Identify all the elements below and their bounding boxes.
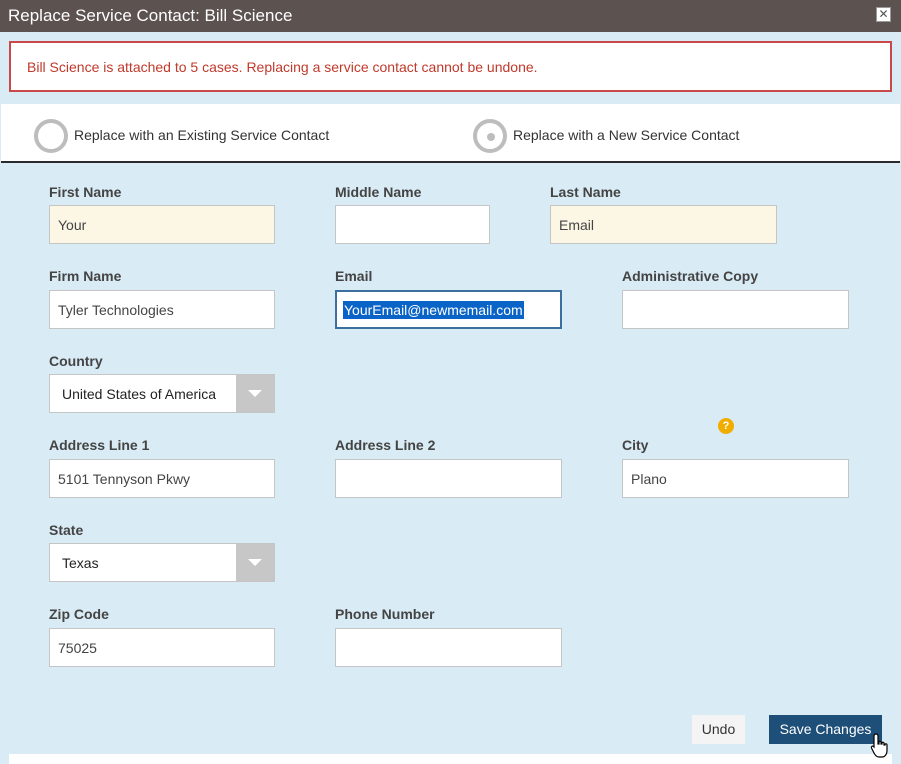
address2-label: Address Line 2: [335, 437, 436, 453]
zip-label: Zip Code: [49, 606, 109, 622]
radio-unchecked-icon: [34, 119, 68, 153]
middle-name-label: Middle Name: [335, 184, 422, 200]
city-input[interactable]: [622, 459, 849, 498]
radio-new-label: Replace with a New Service Contact: [513, 127, 740, 143]
country-select-value: United States of America: [62, 386, 217, 402]
middle-name-input[interactable]: [335, 205, 490, 244]
dialog-title-bar: Replace Service Contact: Bill Science ✕: [0, 0, 901, 32]
alert-area: Bill Science is attached to 5 cases. Rep…: [0, 32, 901, 104]
radio-checked-icon: [473, 119, 507, 153]
zip-input[interactable]: [49, 628, 275, 667]
state-select[interactable]: Texas: [49, 543, 275, 582]
radio-new-contact[interactable]: Replace with a New Service Contact: [473, 119, 773, 153]
phone-label: Phone Number: [335, 606, 435, 622]
address2-input[interactable]: [335, 459, 562, 498]
chevron-down-icon[interactable]: [236, 544, 274, 581]
help-icon[interactable]: ?: [718, 418, 734, 434]
admin-copy-input[interactable]: [622, 290, 849, 329]
chevron-down-icon[interactable]: [236, 375, 274, 412]
replace-mode-options: Replace with an Existing Service Contact…: [1, 104, 900, 163]
warning-alert: Bill Science is attached to 5 cases. Rep…: [9, 41, 892, 92]
firm-name-label: Firm Name: [49, 268, 122, 284]
admin-copy-label: Administrative Copy: [622, 268, 759, 284]
hand-cursor-icon: [870, 733, 888, 758]
phone-input[interactable]: [335, 628, 562, 667]
firm-name-input[interactable]: [49, 290, 275, 329]
country-select[interactable]: United States of America: [49, 374, 275, 413]
state-select-value: Texas: [62, 555, 99, 571]
address1-input[interactable]: [49, 459, 275, 498]
radio-existing-label: Replace with an Existing Service Contact: [74, 127, 330, 143]
address1-label: Address Line 1: [49, 437, 150, 453]
last-name-input[interactable]: [550, 205, 777, 244]
undo-button[interactable]: Undo: [692, 715, 745, 744]
first-name-input[interactable]: [49, 205, 275, 244]
save-changes-button[interactable]: Save Changes: [769, 715, 882, 744]
warning-alert-text: Bill Science is attached to 5 cases. Rep…: [27, 59, 538, 75]
country-label: Country: [49, 353, 103, 369]
city-label: City: [622, 437, 649, 453]
first-name-label: First Name: [49, 184, 122, 200]
close-icon[interactable]: ✕: [876, 7, 891, 22]
dialog-title: Replace Service Contact: Bill Science: [8, 6, 293, 25]
state-label: State: [49, 522, 84, 538]
footer-strip: [9, 754, 892, 764]
email-input-selected-text: YourEmail@newmemail.com: [343, 301, 524, 319]
radio-existing-contact[interactable]: Replace with an Existing Service Contact: [34, 119, 334, 153]
last-name-label: Last Name: [550, 184, 621, 200]
email-label: Email: [335, 268, 373, 284]
